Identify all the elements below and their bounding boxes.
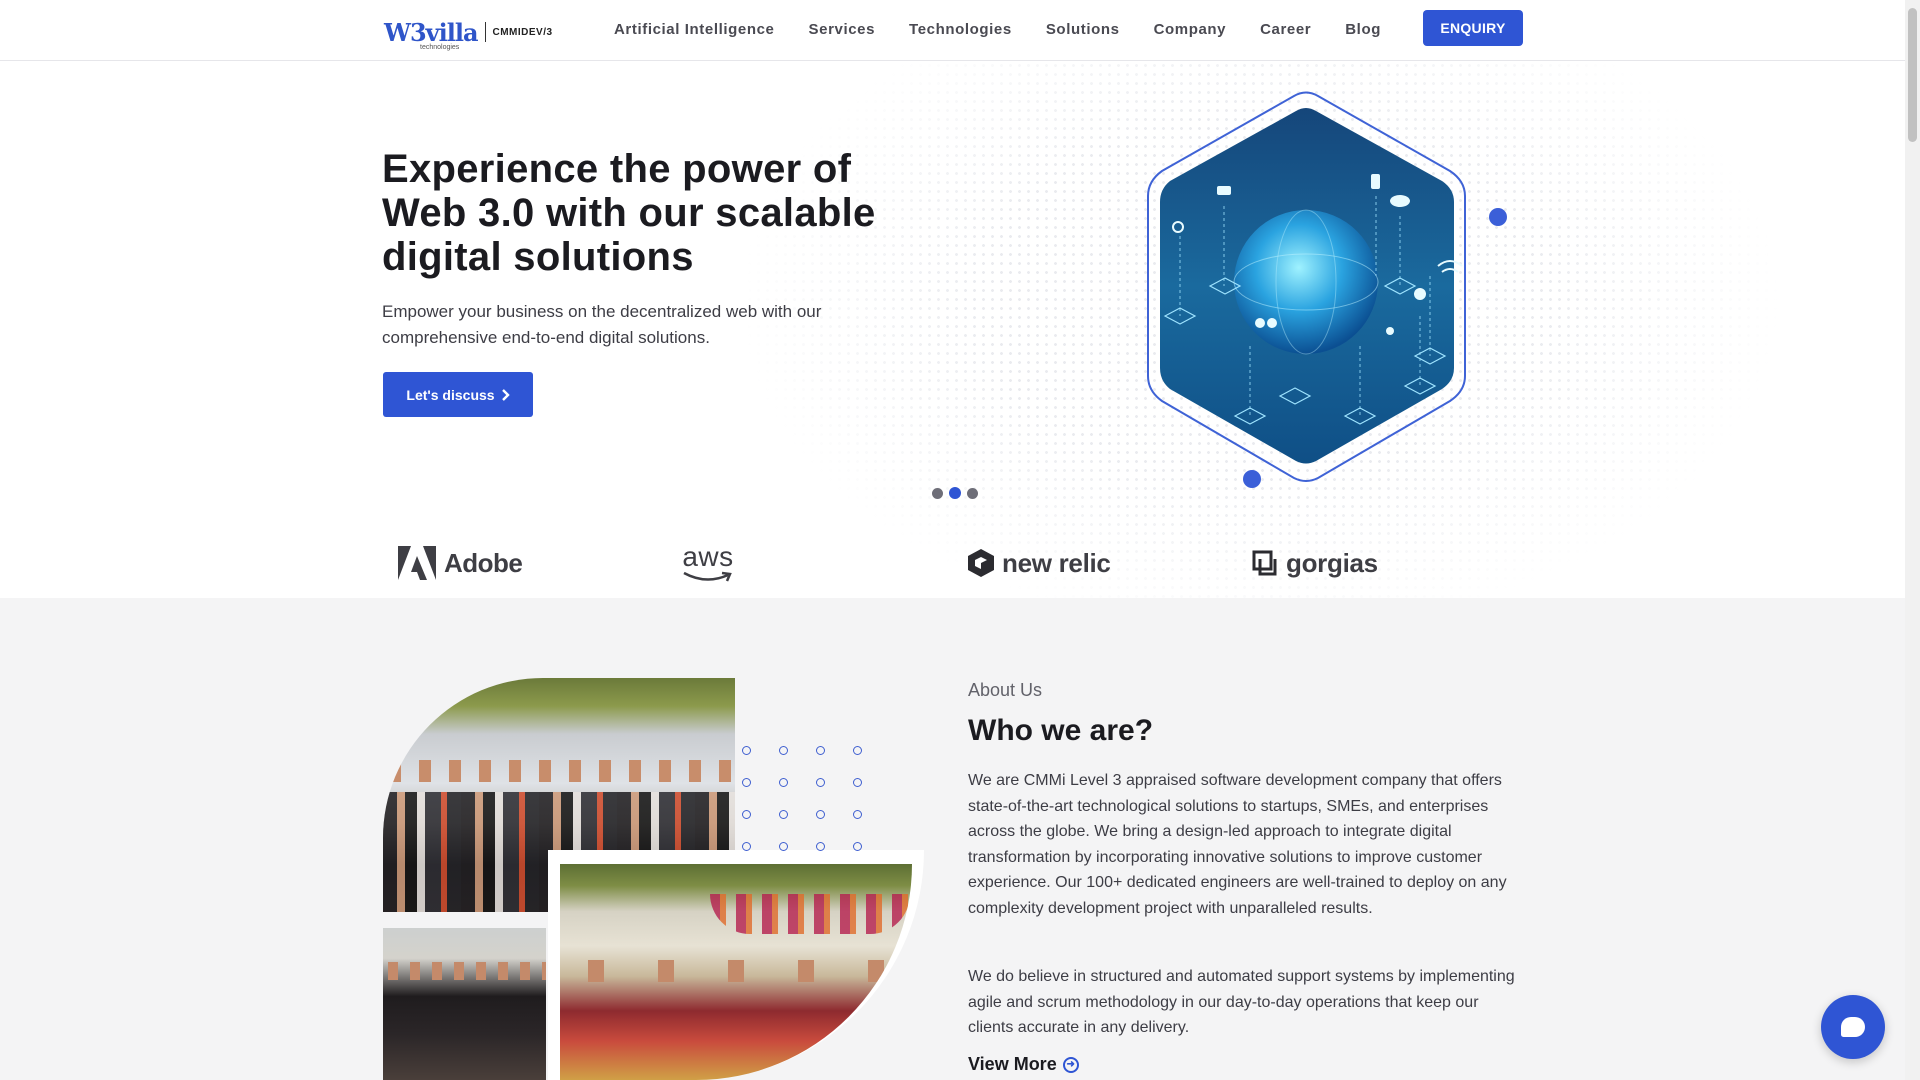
carousel-dots xyxy=(932,487,978,499)
globe-network-hexagon-illustration xyxy=(1147,91,1507,488)
view-more-link[interactable]: View More ➜ xyxy=(968,1054,1079,1075)
nav-item-career[interactable]: Career xyxy=(1260,21,1311,38)
carousel-dot-1[interactable] xyxy=(932,488,943,499)
chat-bubble-icon xyxy=(1841,1017,1865,1037)
cta-label: Let's discuss xyxy=(406,386,495,403)
decorative-ring-grid xyxy=(742,746,862,856)
carousel-dot-3[interactable] xyxy=(967,488,978,499)
nav-item-company[interactable]: Company xyxy=(1154,21,1227,38)
hero-illustration xyxy=(1120,86,1520,506)
scrollbar-thumb[interactable] xyxy=(1908,8,1917,142)
about-section: About Us Who we are? We are CMMi Level 3… xyxy=(0,598,1905,1080)
arrow-right-circle-icon: ➜ xyxy=(1062,1056,1079,1073)
logo-brand: W3villa technologies xyxy=(384,17,478,51)
client-name-gorgias: gorgias xyxy=(1286,547,1378,578)
new-relic-logo-icon xyxy=(968,549,994,577)
page-scrollbar[interactable] xyxy=(1905,0,1920,1080)
main-nav: Artificial Intelligence Services Technol… xyxy=(614,0,1415,58)
aws-smile-icon xyxy=(683,571,732,582)
chevron-right-icon xyxy=(501,388,510,401)
page: W3villa technologies CMMIDEV/3 Artificial… xyxy=(0,0,1920,1080)
nav-item-solutions[interactable]: Solutions xyxy=(1046,21,1120,38)
logo-divider xyxy=(484,22,486,42)
chat-widget-button[interactable] xyxy=(1821,995,1885,1059)
nav-item-technologies[interactable]: Technologies xyxy=(909,21,1012,38)
about-title: Who we are? xyxy=(968,714,1154,747)
about-label: About Us xyxy=(968,680,1043,700)
enquiry-button[interactable]: ENQUIRY xyxy=(1423,10,1523,46)
nav-item-artificial-intelligence[interactable]: Artificial Intelligence xyxy=(614,21,775,38)
client-logo-aws: aws xyxy=(682,528,734,598)
lets-discuss-button[interactable]: Let's discuss xyxy=(383,372,533,417)
client-name-aws: aws xyxy=(682,541,734,572)
nav-item-services[interactable]: Services xyxy=(809,21,876,38)
logo-brand-text: W3villa xyxy=(384,17,478,47)
team-photo-celebration xyxy=(560,864,912,1080)
gorgias-logo-icon xyxy=(1252,550,1277,576)
client-name-new-relic: new relic xyxy=(1002,547,1111,578)
site-logo[interactable]: W3villa technologies CMMIDEV/3 xyxy=(384,16,553,51)
client-logo-adobe: Adobe xyxy=(398,528,523,598)
hero-subtitle: Empower your business on the decentraliz… xyxy=(382,302,822,347)
about-paragraph-1: We are CMMi Level 3 appraised software d… xyxy=(968,772,1507,917)
about-paragraph-2: We do believe in structured and automate… xyxy=(968,968,1515,1036)
client-logos: Adobe aws new relic gorgias xyxy=(0,528,1905,598)
client-logo-gorgias: gorgias xyxy=(1252,528,1378,598)
hero-section: Experience the power of Web 3.0 with our… xyxy=(0,61,1905,598)
carousel-dot-2-active[interactable] xyxy=(949,487,961,499)
adobe-logo-icon xyxy=(398,546,436,580)
team-photo-outdoor xyxy=(383,928,546,1080)
site-header: W3villa technologies CMMIDEV/3 Artificial… xyxy=(0,0,1905,61)
cmmi-badge: CMMIDEV/3 xyxy=(492,26,553,38)
nav-item-blog[interactable]: Blog xyxy=(1345,21,1381,38)
hero-title: Experience the power of Web 3.0 with our… xyxy=(382,147,876,279)
client-logo-new-relic: new relic xyxy=(968,528,1111,598)
view-more-label: View More xyxy=(968,1054,1057,1074)
logo-subtext: technologies xyxy=(420,43,460,51)
client-name-adobe: Adobe xyxy=(444,547,523,578)
